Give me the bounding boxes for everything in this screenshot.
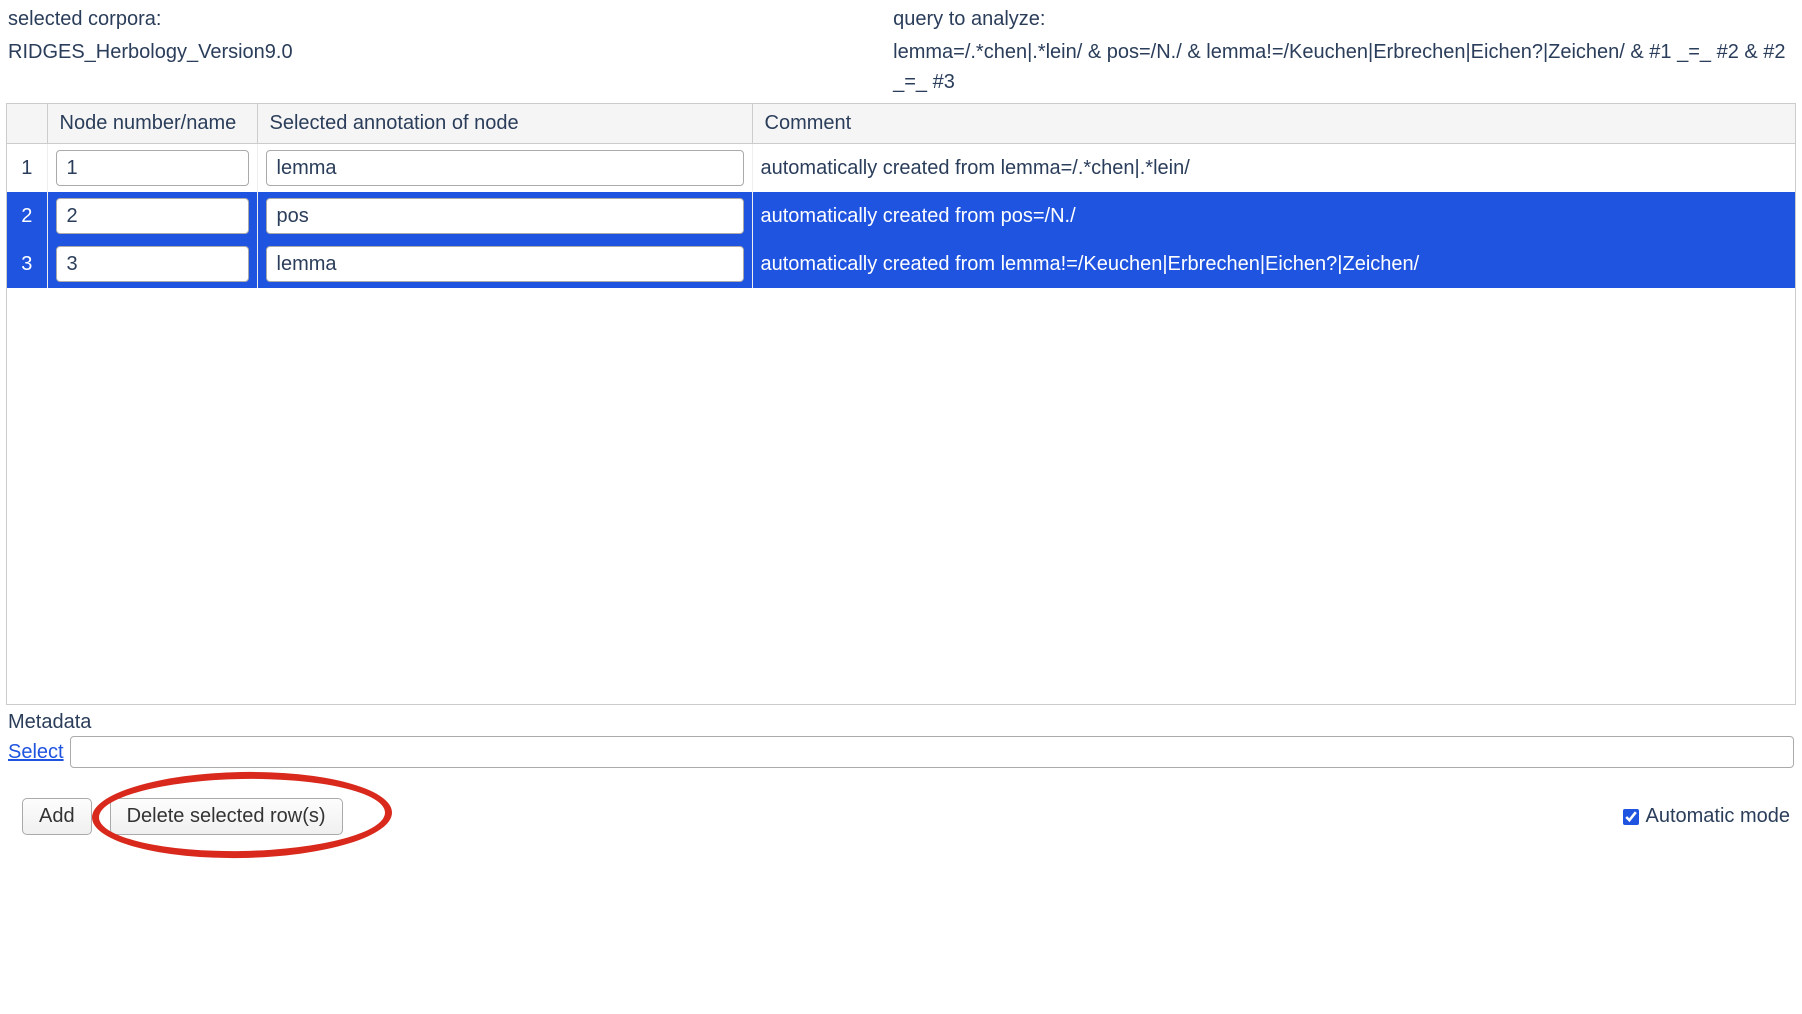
row-index: 1 <box>7 144 47 192</box>
metadata-label: Metadata <box>8 711 1794 734</box>
metadata-input[interactable] <box>70 736 1794 768</box>
metadata-select-link[interactable]: Select <box>8 741 64 764</box>
comment-cell: automatically created from lemma=/.*chen… <box>752 144 1795 192</box>
column-header-node[interactable]: Node number/name <box>47 104 257 144</box>
add-button[interactable]: Add <box>22 798 92 835</box>
table-row[interactable]: 1 automatically created from lemma=/.*che… <box>7 144 1795 192</box>
row-index: 2 <box>7 192 47 240</box>
row-index: 3 <box>7 240 47 288</box>
automatic-mode-checkbox[interactable] <box>1623 809 1639 825</box>
table-row[interactable]: 2 automatically created from pos=/N./ <box>7 192 1795 240</box>
node-number-input[interactable] <box>56 150 249 186</box>
query-label: query to analyze: <box>893 8 1794 31</box>
node-table: Node number/name Selected annotation of … <box>6 103 1796 705</box>
column-header-annotation[interactable]: Selected annotation of node <box>257 104 752 144</box>
table-row[interactable]: 3 automatically created from lemma!=/Keuc… <box>7 240 1795 288</box>
node-number-input[interactable] <box>56 198 249 234</box>
column-header-index <box>7 104 47 144</box>
query-value: lemma=/.*chen|.*lein/ & pos=/N./ & lemma… <box>893 37 1794 97</box>
annotation-input[interactable] <box>266 246 744 282</box>
column-header-comment[interactable]: Comment <box>752 104 1795 144</box>
comment-cell: automatically created from lemma!=/Keuch… <box>752 240 1795 288</box>
delete-selected-button[interactable]: Delete selected row(s) <box>110 798 343 835</box>
automatic-mode-label[interactable]: Automatic mode <box>1645 805 1790 828</box>
annotation-input[interactable] <box>266 198 744 234</box>
annotation-input[interactable] <box>266 150 744 186</box>
node-number-input[interactable] <box>56 246 249 282</box>
selected-corpora-label: selected corpora: <box>8 8 873 31</box>
comment-cell: automatically created from pos=/N./ <box>752 192 1795 240</box>
selected-corpora-value: RIDGES_Herbology_Version9.0 <box>8 37 873 67</box>
